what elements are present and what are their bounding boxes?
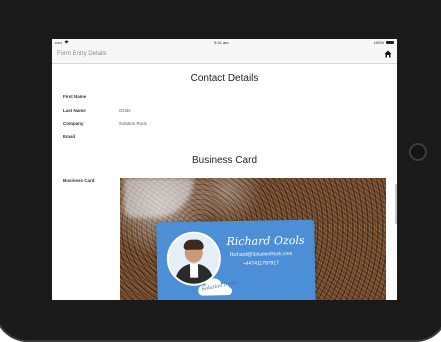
field-value: Ozols [119,108,131,113]
app-screen: ••••• 9:41 am 100% Form Entry Details Co… [52,39,397,300]
field-label: First Name [63,94,87,99]
signal-icon: ••••• [55,39,63,45]
form-content: Contact Details First Name Last Name Ozo… [52,64,397,300]
status-battery-percent: 100% [373,39,384,45]
field-label: Last Name [63,108,86,113]
navigation-bar: Form Entry Details [52,45,397,64]
wifi-icon [64,40,69,45]
battery-icon [385,40,394,44]
status-time: 9:41 am [214,39,229,45]
field-label: Company [63,121,84,126]
business-card-heading: Business Card [191,155,258,166]
card-name: Richard Ozols [226,233,305,249]
business-card-label: Business Card [63,178,95,183]
card-email: Richard@SolutionRock.com [229,251,293,259]
device-home-button[interactable] [409,143,427,161]
field-label: Email [63,134,76,139]
field-value: Solution Rock [119,121,147,126]
scrollbar[interactable] [395,184,397,224]
card-phone: +447411787917 [242,260,279,267]
business-card: Richard Ozols Richard@SolutionRock.com +… [156,219,316,300]
business-card-photo[interactable]: Richard Ozols Richard@SolutionRock.com +… [120,178,386,300]
nav-title: Form Entry Details [57,51,107,57]
home-icon[interactable] [384,50,392,58]
contact-details-heading: Contact Details [190,73,259,84]
